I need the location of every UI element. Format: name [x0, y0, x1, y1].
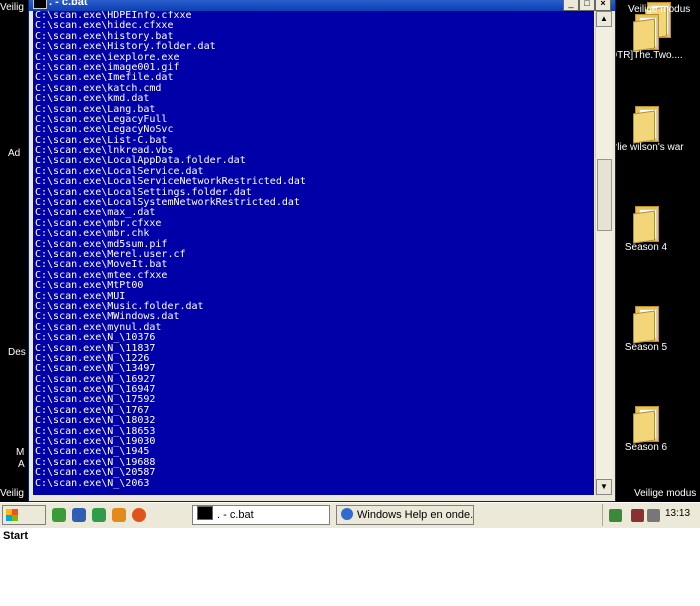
taskbar: Start . - c.bat Windows Help en onde... …: [0, 502, 700, 542]
vertical-scrollbar[interactable]: ▲ ▼: [595, 11, 612, 495]
desktop-folder-season-6[interactable]: Season 6: [606, 406, 686, 453]
show-desktop-icon[interactable]: [72, 508, 86, 522]
console-line: C:\scan.exe\N_\10376: [35, 332, 156, 344]
firefox-icon[interactable]: [132, 508, 146, 522]
folder-icon: [633, 206, 659, 244]
help-icon: [341, 508, 353, 520]
scroll-thumb[interactable]: [597, 159, 612, 231]
folder-icon: [633, 406, 659, 444]
desktop: Veilig Ad Des M A Veilig Veilige modus O…: [0, 0, 700, 502]
minimize-button[interactable]: _: [563, 0, 579, 11]
folder-icon: [633, 14, 659, 52]
start-label: Start: [3, 530, 29, 542]
console-lines: C:\scan.exe\HDPEInfo.cfxxe C:\scan.exe\hi…: [33, 11, 594, 489]
console-window[interactable]: . - c.bat _ □ × C:\scan.exe\HDPEInfo.cfx…: [28, 0, 616, 502]
folder-icon: [633, 306, 659, 344]
task-label: Windows Help en onde...: [357, 509, 474, 521]
browser-icon[interactable]: [52, 508, 66, 522]
console-output[interactable]: C:\scan.exe\HDPEInfo.cfxxe C:\scan.exe\hi…: [33, 11, 594, 495]
edge-label: Veilig: [0, 488, 24, 499]
console-line: C:\scan.exe\History.folder.dat: [35, 41, 216, 53]
close-button[interactable]: ×: [595, 0, 611, 11]
desktop-folder-season-5[interactable]: Season 5: [606, 306, 686, 353]
edge-label: M: [16, 447, 25, 458]
desktop-icon-label[interactable]: Veilige modus: [634, 488, 696, 499]
edge-label: Des: [8, 347, 26, 358]
taskbar-button-console[interactable]: . - c.bat: [192, 505, 330, 525]
window-title: . - c.bat: [49, 0, 88, 8]
console-icon: [197, 506, 213, 520]
desktop-folder-charlie-wilsons-war[interactable]: arlie wilson's war: [606, 106, 686, 153]
volume-icon[interactable]: [647, 509, 660, 522]
player-icon[interactable]: [112, 508, 126, 522]
security-icon[interactable]: [609, 509, 622, 522]
desktop-icon-label: Season 4: [624, 242, 668, 253]
windows-logo-icon: [6, 509, 18, 521]
folder-icon: [633, 106, 659, 144]
console-line: C:\scan.exe\N_\2063: [35, 477, 150, 489]
network-icon[interactable]: [631, 509, 644, 522]
task-label: . - c.bat: [217, 509, 254, 521]
scroll-down-button[interactable]: ▼: [596, 479, 612, 495]
console-icon: [33, 0, 47, 9]
window-titlebar[interactable]: . - c.bat _ □ ×: [29, 0, 615, 11]
desktop-icon-label: OTR]The.Two....: [609, 50, 683, 61]
taskbar-button-help[interactable]: Windows Help en onde...: [336, 505, 474, 525]
desktop-folder-otr[interactable]: OTR]The.Two....: [606, 14, 686, 61]
maximize-button[interactable]: □: [579, 0, 595, 11]
scroll-up-button[interactable]: ▲: [596, 11, 612, 27]
desktop-folder-season-4[interactable]: Season 4: [606, 206, 686, 253]
system-tray: 13:13: [602, 504, 699, 526]
edge-label: Ad: [8, 148, 21, 159]
clock[interactable]: 13:13: [665, 508, 690, 519]
console-line: C:\scan.exe\MtPt00: [35, 280, 144, 292]
desktop-icon-label: Season 6: [624, 442, 668, 453]
media-icon[interactable]: [92, 508, 106, 522]
desktop-icon-label: Season 5: [624, 342, 668, 353]
edge-label: A: [18, 459, 25, 470]
console-line: C:\scan.exe\kmd.dat: [35, 93, 150, 105]
edge-label: Veilig: [0, 2, 24, 13]
start-button[interactable]: Start: [2, 505, 46, 542]
desktop-icon-label: arlie wilson's war: [608, 142, 684, 153]
